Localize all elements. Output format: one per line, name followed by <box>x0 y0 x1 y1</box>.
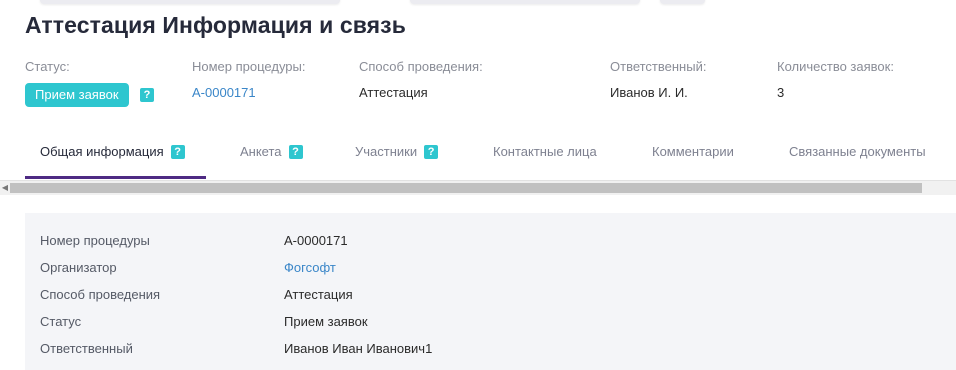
tab-general-info[interactable]: Общая информация ? <box>40 144 185 159</box>
applications-count-value: 3 <box>777 85 785 100</box>
responsible-value: Иванов И. И. <box>610 85 688 100</box>
procedure-number-label: Номер процедуры: <box>192 59 306 74</box>
info-value: Иванов Иван Иванович1 <box>284 341 433 356</box>
tab-participants[interactable]: Участники ? <box>355 144 439 159</box>
procedure-number-link[interactable]: A-0000171 <box>192 85 256 100</box>
tab-bar: Общая информация ? Анкета ? Участники ? … <box>0 130 956 180</box>
tab-label: Участники <box>355 144 418 159</box>
chevron-left-icon[interactable]: ◀ <box>0 182 10 194</box>
help-icon[interactable]: ? <box>140 88 154 102</box>
top-toolbar-remnant <box>0 0 956 6</box>
tab-questionnaire[interactable]: Анкета ? <box>240 144 303 159</box>
method-label: Способ проведения: <box>359 59 483 74</box>
info-label: Статус <box>40 314 82 329</box>
status-label: Статус: <box>25 59 70 74</box>
help-icon[interactable]: ? <box>170 144 185 159</box>
tab-contacts[interactable]: Контактные лица <box>493 144 597 159</box>
method-value: Аттестация <box>359 85 428 100</box>
info-label: Номер процедуры <box>40 233 150 248</box>
toolbar-button[interactable] <box>410 0 640 4</box>
help-icon[interactable]: ? <box>288 144 303 159</box>
toolbar-button[interactable] <box>660 0 705 4</box>
general-info-panel: Номер процедуры A-0000171 Организатор Фо… <box>25 213 956 370</box>
responsible-label: Ответственный: <box>610 59 707 74</box>
info-value: A-0000171 <box>284 233 348 248</box>
tab-label: Контактные лица <box>493 144 597 159</box>
active-tab-indicator <box>25 176 206 179</box>
info-label: Организатор <box>40 260 117 275</box>
status-badge: Прием заявок <box>25 83 129 107</box>
info-value: Прием заявок <box>284 314 368 329</box>
info-value: Аттестация <box>284 287 353 302</box>
tab-label: Комментарии <box>652 144 734 159</box>
tab-related-documents[interactable]: Связанные документы <box>789 144 926 159</box>
info-label: Способ проведения <box>40 287 161 302</box>
page-title: Аттестация Информация и связь <box>25 12 406 38</box>
tab-label: Общая информация <box>40 144 164 159</box>
horizontal-scrollbar[interactable]: ◀ <box>0 180 956 195</box>
applications-count-label: Количество заявок: <box>777 59 894 74</box>
tab-label: Связанные документы <box>789 144 926 159</box>
toolbar-button[interactable] <box>40 0 340 4</box>
tab-comments[interactable]: Комментарии <box>652 144 734 159</box>
info-label: Ответственный <box>40 341 133 356</box>
scrollbar-thumb[interactable] <box>10 183 922 193</box>
tab-label: Анкета <box>240 144 282 159</box>
help-icon[interactable]: ? <box>424 144 439 159</box>
organizer-link[interactable]: Фогсофт <box>284 260 336 275</box>
